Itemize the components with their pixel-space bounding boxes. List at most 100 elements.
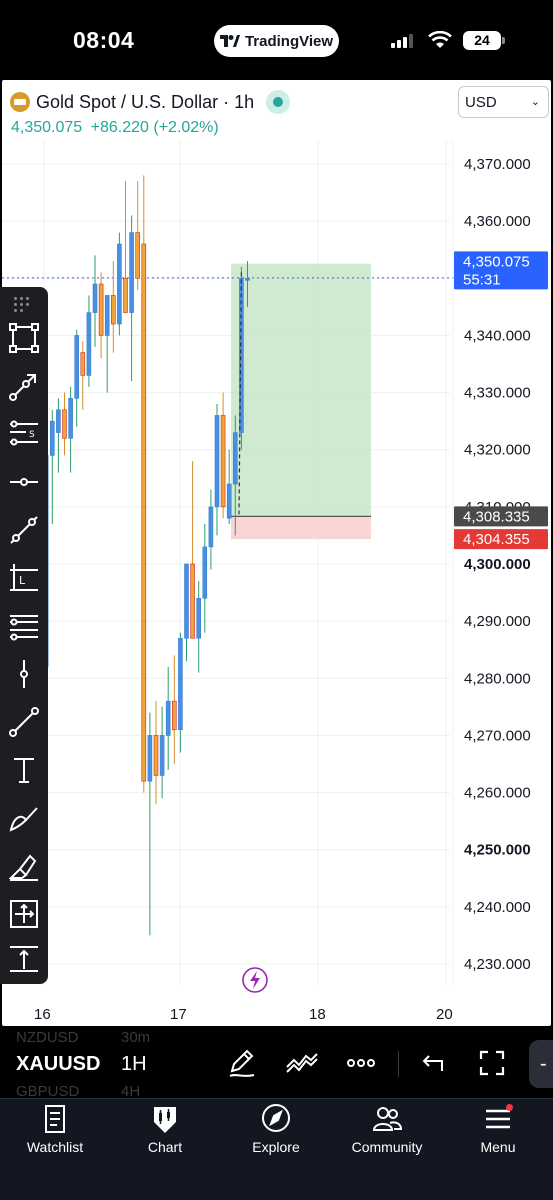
gold-bar-icon xyxy=(10,92,30,112)
ghost-symbol: NZDUSD xyxy=(16,1029,79,1046)
indicators-icon[interactable] xyxy=(284,1045,320,1081)
last-price: 4,350.075 xyxy=(11,119,83,136)
wifi-icon xyxy=(428,31,452,48)
change-value: +86.220 (+2.02%) xyxy=(90,119,219,136)
price-tick-label: 4,300.000 xyxy=(464,556,531,573)
price-tick-label: 4,290.000 xyxy=(464,613,531,630)
profit-zone[interactable] xyxy=(231,263,371,517)
app-pill-label: TradingView xyxy=(244,32,334,50)
measure-tool-icon[interactable] xyxy=(8,898,40,930)
candle-body xyxy=(62,409,67,439)
side-panel-handle[interactable]: - xyxy=(529,1040,553,1088)
toolbar-divider xyxy=(398,1051,399,1077)
candle-body xyxy=(141,243,147,782)
undo-icon[interactable] xyxy=(414,1045,450,1081)
bar-countdown-label: 55:31 xyxy=(463,271,501,288)
fullscreen-icon[interactable] xyxy=(474,1045,510,1081)
app-pill[interactable]: TradingView xyxy=(214,25,339,57)
nav-label: Watchlist xyxy=(26,1139,84,1155)
price-tick-label: 4,240.000 xyxy=(464,899,531,916)
nav-watchlist[interactable]: Watchlist xyxy=(0,1103,110,1163)
nav-chart[interactable]: Chart xyxy=(110,1103,220,1163)
time-tick-label: 20 xyxy=(436,1006,453,1023)
status-bar: 08:04 TradingView 24 xyxy=(0,0,553,78)
candle-body xyxy=(98,283,104,336)
candle-body xyxy=(147,735,153,782)
candle-body xyxy=(196,597,201,639)
battery-icon: 24 xyxy=(463,31,505,50)
chart-panel[interactable]: 4,370.000 4,360.000 4,340.000 4,330.000 4,32… xyxy=(2,80,551,1026)
candle-body xyxy=(117,243,122,325)
nav-label: Chart xyxy=(147,1139,183,1155)
compass-icon xyxy=(262,1104,290,1132)
candle-body xyxy=(233,432,238,485)
currency-select[interactable]: USD ⌄ xyxy=(458,86,549,118)
chart-icon xyxy=(154,1107,176,1133)
price-tick-label: 4,320.000 xyxy=(464,442,531,459)
drag-handle-icon[interactable] xyxy=(14,297,34,312)
candle-body xyxy=(184,563,189,639)
nav-menu[interactable]: Menu xyxy=(443,1103,553,1163)
more-options-icon[interactable] xyxy=(343,1045,379,1081)
candle-body xyxy=(104,295,110,336)
community-icon xyxy=(372,1107,402,1131)
trend-arrow-tool-icon[interactable] xyxy=(8,370,40,402)
candle-body xyxy=(68,397,73,439)
clock: 08:04 xyxy=(73,27,135,53)
time-tick-label: 16 xyxy=(34,1006,51,1023)
price-tick-label: 4,280.000 xyxy=(464,670,531,687)
nav-label: Community xyxy=(351,1139,423,1155)
rectangle-tool-icon[interactable] xyxy=(8,322,40,354)
candle-body xyxy=(214,415,220,508)
candle-body xyxy=(172,700,177,731)
symbol-selector[interactable]: XAUUSD xyxy=(16,1053,100,1076)
line-segment-tool-icon[interactable] xyxy=(8,706,40,738)
horizontal-ray-tool-icon[interactable] xyxy=(8,466,40,498)
symbol-legend[interactable]: Gold Spot / U.S. Dollar · 1h xyxy=(10,90,291,114)
nav-label: Menu xyxy=(480,1139,516,1155)
price-tick-label: 4,250.000 xyxy=(464,842,531,859)
market-open-icon[interactable] xyxy=(266,90,291,114)
symbol-title[interactable]: Gold Spot / U.S. Dollar · 1h xyxy=(36,92,254,113)
fib-levels-tool-icon[interactable]: S xyxy=(8,418,40,450)
drawing-toolbar: S L xyxy=(0,287,48,984)
loss-zone[interactable] xyxy=(231,516,371,540)
candle-body xyxy=(178,637,183,731)
nav-explore[interactable]: Explore xyxy=(221,1103,331,1163)
price-range-tool-icon[interactable] xyxy=(8,943,40,975)
vertical-line-tool-icon[interactable] xyxy=(8,658,40,690)
pen-icon[interactable] xyxy=(224,1045,260,1081)
candle-body xyxy=(92,283,98,313)
notification-dot xyxy=(506,1104,513,1111)
text-tool-icon[interactable] xyxy=(8,754,40,786)
nav-label: Explore xyxy=(252,1139,300,1155)
brush-tool-icon[interactable] xyxy=(8,802,40,834)
entry-price-label: 4,308.335 xyxy=(463,508,530,525)
svg-text:S: S xyxy=(29,430,35,440)
time-tick-label: 18 xyxy=(309,1006,326,1023)
highlighter-tool-icon[interactable] xyxy=(8,850,40,882)
candle-body xyxy=(245,277,250,281)
currency-value: USD xyxy=(465,93,497,111)
stop-price-label: 4,304.355 xyxy=(463,531,530,548)
candle-body xyxy=(190,563,195,639)
watchlist-icon xyxy=(45,1105,65,1133)
candle-body xyxy=(135,232,140,279)
trend-line-tool-icon[interactable] xyxy=(8,514,40,546)
candle-body xyxy=(111,295,116,325)
candle-body xyxy=(153,735,159,776)
candle-body xyxy=(202,546,208,599)
price-tick-label: 4,330.000 xyxy=(464,385,531,402)
timeframe-selector[interactable]: 1H xyxy=(121,1053,147,1076)
candle-body xyxy=(86,312,92,376)
price-tick-label: 4,360.000 xyxy=(464,213,531,230)
candle-body xyxy=(226,483,232,519)
nav-community[interactable]: Community xyxy=(332,1103,442,1163)
long-position-tool-icon[interactable]: L xyxy=(8,562,40,594)
ghost-timeframe: 30m xyxy=(121,1029,151,1046)
parallel-lines-tool-icon[interactable] xyxy=(8,610,40,642)
price-chart[interactable]: 4,370.000 4,360.000 4,340.000 4,330.000 4,32… xyxy=(2,80,551,1026)
price-tick-label: 4,260.000 xyxy=(464,785,531,802)
price-tick-label: 4,230.000 xyxy=(464,956,531,973)
chevron-down-icon: ⌄ xyxy=(530,96,540,108)
